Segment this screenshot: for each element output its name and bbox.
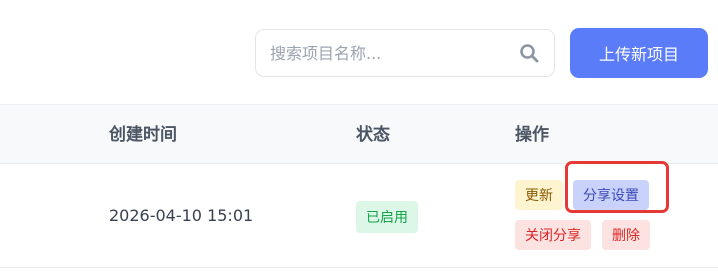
- search-icon[interactable]: [518, 42, 540, 64]
- status-badge: 已启用: [356, 201, 418, 233]
- column-header-status: 状态: [356, 125, 390, 145]
- created-time-cell: 2026-04-10 15:01: [109, 206, 254, 225]
- column-header-actions: 操作: [515, 125, 549, 145]
- share-settings-button[interactable]: 分享设置: [573, 180, 649, 210]
- table-header: 创建时间 状态 操作: [0, 104, 718, 164]
- close-share-button[interactable]: 关闭分享: [515, 220, 591, 250]
- search-box[interactable]: [255, 29, 555, 77]
- search-input[interactable]: [270, 43, 518, 63]
- update-button[interactable]: 更新: [515, 180, 563, 210]
- delete-button[interactable]: 删除: [602, 220, 650, 250]
- table-row: 2026-04-10 15:01 已启用 更新 分享设置 关闭分享 删除: [0, 164, 718, 268]
- column-header-created-time: 创建时间: [109, 125, 177, 145]
- upload-new-project-button[interactable]: 上传新项目: [570, 28, 708, 78]
- projects-page: 上传新项目 创建时间 状态 操作 2026-04-10 15:01 已启用 更新…: [0, 0, 718, 275]
